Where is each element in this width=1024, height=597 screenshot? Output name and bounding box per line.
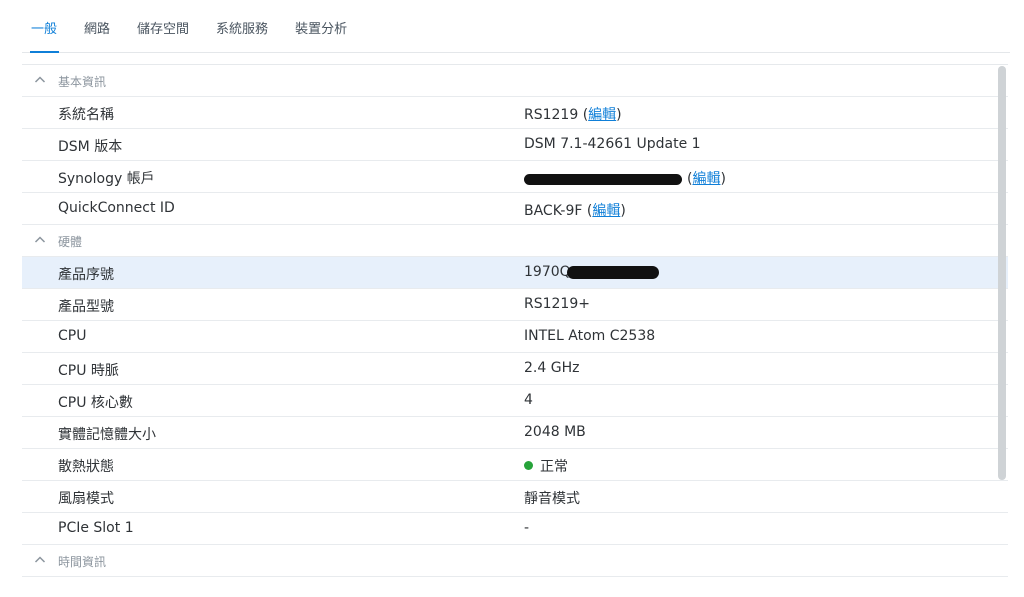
memory-value: 2048 MB xyxy=(524,424,586,440)
serial-value: 1970Q xyxy=(524,264,659,280)
section-hardware[interactable]: 硬體 xyxy=(22,225,1008,257)
thermal-value: 正常 xyxy=(524,456,568,476)
row-model: 產品型號 RS1219+ xyxy=(22,289,1008,321)
cpu-clock-value: 2.4 GHz xyxy=(524,360,580,376)
row-pcie-slot1: PCIe Slot 1 - xyxy=(22,513,1008,545)
cpu-cores-value: 4 xyxy=(524,392,533,408)
pcie-slot1-value: - xyxy=(524,520,530,536)
section-basic-info[interactable]: 基本資訊 xyxy=(22,65,1008,97)
dsm-version-label: DSM 版本 xyxy=(58,139,123,155)
section-title: 硬體 xyxy=(58,235,83,249)
quickconnect-value: BACK-9F (編輯) xyxy=(524,203,626,219)
info-panel: 基本資訊 系統名稱 RS1219 (編輯) DSM 版本 DSM 7.1-426… xyxy=(22,64,1008,587)
serial-prefix: 1970Q xyxy=(524,264,571,280)
quickconnect-text: BACK-9F xyxy=(524,203,583,219)
tab-services[interactable]: 系統服務 xyxy=(204,18,280,52)
section-title: 基本資訊 xyxy=(58,75,107,89)
synology-account-label: Synology 帳戶 xyxy=(58,171,155,187)
fan-mode-value: 靜音模式 xyxy=(524,491,580,507)
chevron-up-icon xyxy=(34,556,46,563)
row-thermal-status: 散熱狀態 正常 xyxy=(22,449,1008,481)
row-cpu-clock: CPU 時脈 2.4 GHz xyxy=(22,353,1008,385)
edit-system-name-link[interactable]: 編輯 xyxy=(588,107,616,123)
thermal-label: 散熱狀態 xyxy=(58,459,114,475)
scrollbar-thumb[interactable] xyxy=(998,66,1006,480)
system-name-text: RS1219 xyxy=(524,107,579,123)
chevron-up-icon xyxy=(34,236,46,243)
quickconnect-label: QuickConnect ID xyxy=(58,200,175,216)
row-memory: 實體記憶體大小 2048 MB xyxy=(22,417,1008,449)
row-serial-number: 產品序號 1970Q xyxy=(22,257,1008,289)
cpu-clock-label: CPU 時脈 xyxy=(58,363,119,379)
cpu-value: INTEL Atom C2538 xyxy=(524,328,656,344)
cpu-cores-label: CPU 核心數 xyxy=(58,395,133,411)
edit-account-link[interactable]: 編輯 xyxy=(692,171,720,187)
model-label: 產品型號 xyxy=(58,299,114,315)
pcie-slot1-label: PCIe Slot 1 xyxy=(58,520,134,536)
redacted-account xyxy=(524,173,682,185)
synology-account-value: (編輯) xyxy=(524,168,726,188)
row-system-name: 系統名稱 RS1219 (編輯) xyxy=(22,97,1008,129)
section-title: 時間資訊 xyxy=(58,555,107,569)
tab-device-analytics[interactable]: 裝置分析 xyxy=(283,18,359,52)
serial-label: 產品序號 xyxy=(58,267,114,283)
row-fan-mode: 風扇模式 靜音模式 xyxy=(22,481,1008,513)
redacted-serial xyxy=(566,265,659,279)
row-cpu-cores: CPU 核心數 4 xyxy=(22,385,1008,417)
tab-network[interactable]: 網路 xyxy=(72,18,122,52)
fan-mode-label: 風扇模式 xyxy=(58,491,114,507)
section-time-info[interactable]: 時間資訊 xyxy=(22,545,1008,577)
row-cpu: CPU INTEL Atom C2538 xyxy=(22,321,1008,353)
edit-quickconnect-link[interactable]: 編輯 xyxy=(592,203,620,219)
status-dot-icon xyxy=(524,461,533,470)
system-name-label: 系統名稱 xyxy=(58,107,114,123)
tab-storage[interactable]: 儲存空間 xyxy=(125,18,201,52)
chevron-up-icon xyxy=(34,76,46,83)
cpu-label: CPU xyxy=(58,328,87,344)
row-quickconnect-id: QuickConnect ID BACK-9F (編輯) xyxy=(22,193,1008,225)
system-name-value: RS1219 (編輯) xyxy=(524,107,622,123)
thermal-text: 正常 xyxy=(540,459,568,475)
memory-label: 實體記憶體大小 xyxy=(58,427,156,443)
row-dsm-version: DSM 版本 DSM 7.1-42661 Update 1 xyxy=(22,129,1008,161)
tab-general[interactable]: 一般 xyxy=(22,18,69,53)
tab-bar: 一般 網路 儲存空間 系統服務 裝置分析 xyxy=(22,0,1010,53)
scrollbar[interactable] xyxy=(998,66,1008,480)
model-value: RS1219+ xyxy=(524,296,590,312)
dsm-version-value: DSM 7.1-42661 Update 1 xyxy=(524,136,701,152)
row-synology-account: Synology 帳戶 (編輯) xyxy=(22,161,1008,193)
